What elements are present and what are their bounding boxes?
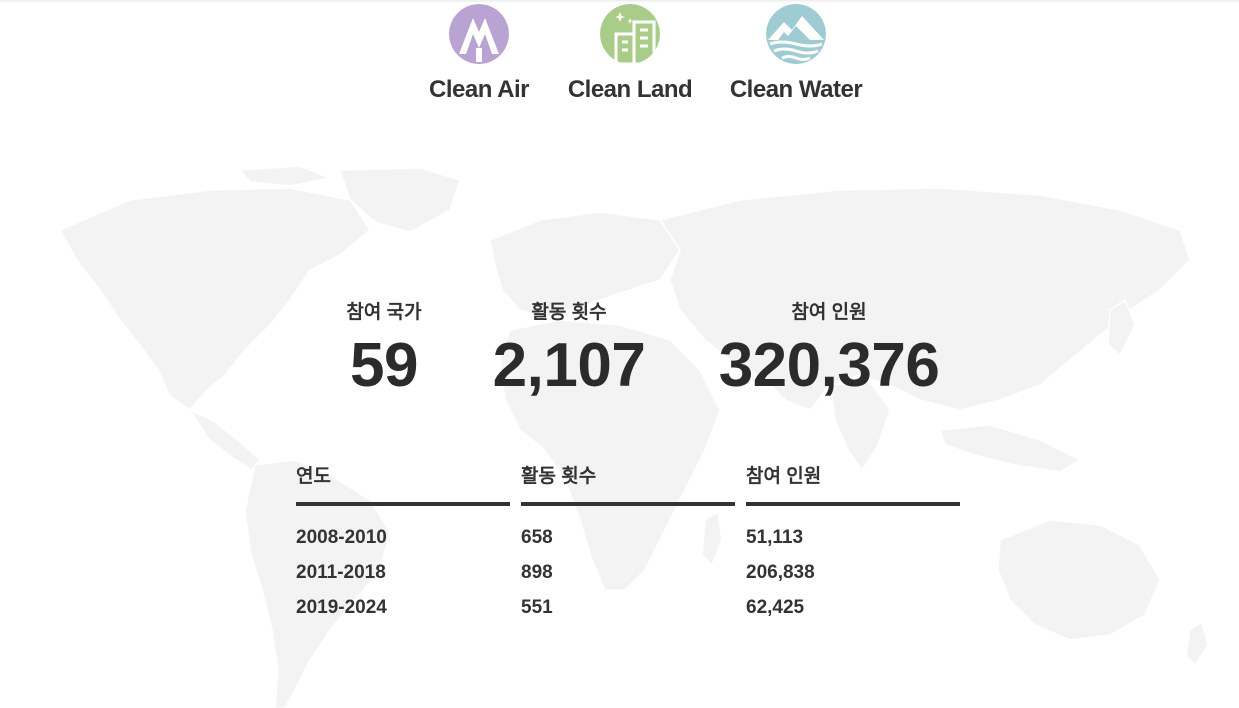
- table-column-participants: 참여 인원 51,113 206,838 62,425: [746, 460, 960, 625]
- table-cell: 551: [521, 597, 553, 618]
- building-icon: [600, 4, 660, 64]
- stat-activities: 활동 횟수 2,107: [474, 300, 664, 400]
- map-australia: [997, 519, 1161, 641]
- table-column-activities: 활동 횟수 658 898 551: [521, 460, 735, 625]
- mountain-tree-icon: [449, 4, 509, 64]
- category-clean-air[interactable]: Clean Air: [424, 4, 534, 104]
- category-row: Clean Air Clean Land Clean Water: [0, 0, 1239, 110]
- table-cell: 51,113: [746, 527, 804, 548]
- category-label: Clean Water: [729, 76, 863, 103]
- category-label: Clean Land: [567, 76, 693, 103]
- stat-label: 참여 국가: [346, 302, 422, 323]
- table-header: 연도: [296, 460, 510, 506]
- table-cell: 62,425: [746, 597, 805, 618]
- stat-participants: 참여 인원 320,376: [700, 300, 958, 400]
- page: Clean Air Clean Land Clean Water 참여 국가 5…: [0, 0, 1239, 708]
- mountain-water-icon: [766, 4, 826, 64]
- category-label: Clean Air: [429, 76, 529, 103]
- table-cell: 2019-2024: [296, 597, 387, 618]
- stat-label: 활동 횟수: [531, 302, 607, 323]
- stat-value: 2,107: [492, 331, 646, 400]
- stat-value: 320,376: [718, 331, 940, 400]
- stat-countries: 참여 국가 59: [324, 300, 444, 400]
- category-clean-water[interactable]: Clean Water: [728, 4, 864, 104]
- table-cell: 898: [521, 562, 553, 583]
- table-cell: 206,838: [746, 562, 815, 583]
- table-cell: 2008-2010: [296, 527, 387, 548]
- map-arctic-islands: [238, 165, 333, 187]
- stat-label: 참여 인원: [791, 302, 867, 323]
- map-southeast-asia: [938, 424, 1082, 473]
- world-map-background: [58, 165, 1209, 708]
- table-cell: 2011-2018: [296, 562, 386, 583]
- category-clean-land[interactable]: Clean Land: [566, 4, 694, 104]
- map-central-america: [187, 408, 262, 471]
- map-new-zealand: [1185, 620, 1209, 667]
- stat-value: 59: [350, 331, 418, 400]
- table-cell: 658: [521, 527, 553, 548]
- table-header: 활동 횟수: [521, 460, 735, 506]
- table-header: 참여 인원: [746, 460, 960, 506]
- table-column-year: 연도 2008-2010 2011-2018 2019-2024: [296, 460, 510, 625]
